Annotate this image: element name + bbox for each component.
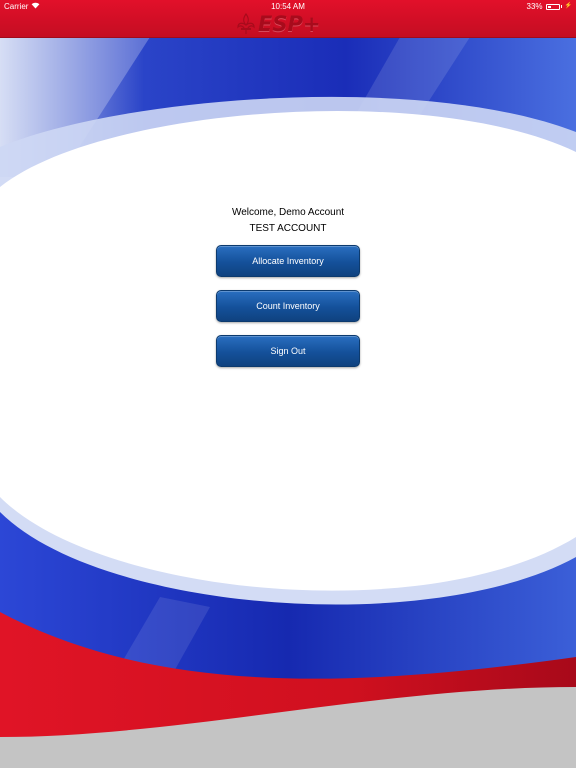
brand-name: ESP+ xyxy=(258,12,321,36)
battery-icon xyxy=(545,3,560,10)
brand-logo: ESP+ xyxy=(236,11,320,37)
charging-icon: ⚡ xyxy=(564,3,572,9)
count-inventory-button[interactable]: Count Inventory xyxy=(216,290,360,322)
header-bar: Carrier 10:54 AM 33% ⚡ ESP+ xyxy=(0,0,576,38)
background-wave-art xyxy=(0,37,576,768)
fleur-de-lis-icon xyxy=(237,13,255,34)
status-right: 33% ⚡ xyxy=(527,1,573,12)
battery-percent: 33% xyxy=(526,2,543,11)
sign-out-button[interactable]: Sign Out xyxy=(216,335,360,367)
account-name: TEST ACCOUNT xyxy=(249,223,327,234)
battery-tip xyxy=(560,5,562,8)
welcome-greeting: Welcome, Demo Account xyxy=(231,207,345,218)
welcome-block: Welcome, Demo Account TEST ACCOUNT xyxy=(0,205,576,237)
allocate-inventory-button[interactable]: Allocate Inventory xyxy=(216,245,360,277)
battery-level xyxy=(547,5,551,8)
